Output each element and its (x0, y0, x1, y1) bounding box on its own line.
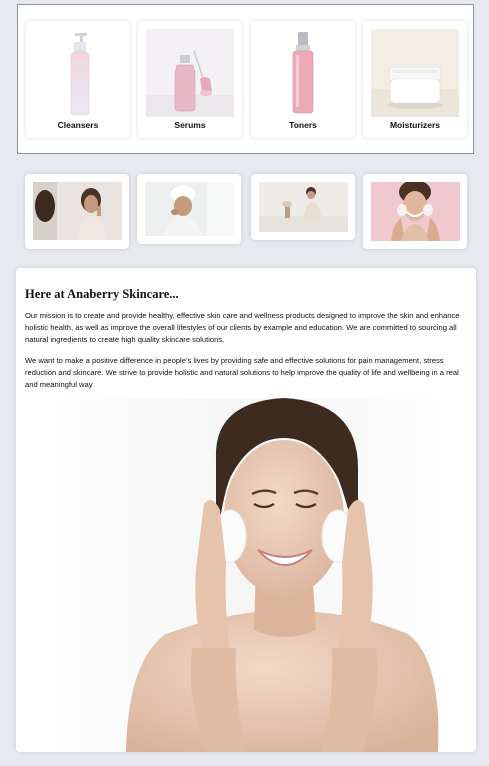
category-label: Cleansers (57, 120, 99, 130)
category-label: Toners (289, 120, 317, 130)
woman-with-towel-photo (145, 182, 234, 236)
cleanser-bottle-image (34, 29, 122, 117)
category-card-moisturizers[interactable]: Moisturizers (363, 21, 467, 138)
category-label: Serums (174, 120, 206, 130)
about-paragraph-mission: Our mission is to create and provide hea… (25, 311, 460, 344)
about-title: Here at Anaberry Skincare... (25, 287, 179, 301)
category-card-cleansers[interactable]: Cleansers (26, 21, 130, 138)
woman-washing-face-photo (371, 182, 460, 241)
gallery-card-1[interactable] (25, 174, 129, 249)
gallery-card-3[interactable] (251, 174, 355, 240)
category-label: Moisturizers (389, 120, 441, 130)
serum-dropper-bottle-image (146, 29, 234, 117)
gallery-card-4[interactable] (363, 174, 467, 249)
woman-relaxing-bedroom-photo (259, 182, 348, 232)
toner-bottle-image (259, 29, 347, 117)
category-card-toners[interactable]: Toners (251, 21, 355, 138)
smiling-woman-foam-cleanser-photo (16, 398, 476, 752)
about-paragraph-values: We want to make a positive difference in… (25, 356, 459, 389)
about-section: Here at Anaberry Skincare... Our mission… (16, 268, 476, 752)
category-card-serums[interactable]: Serums (138, 21, 242, 138)
category-panel: Cleansers Serums Toners Moisturizers (17, 4, 474, 154)
moisturizer-jar-image (371, 29, 459, 117)
woman-touching-face-photo (33, 182, 122, 240)
gallery-card-2[interactable] (137, 174, 241, 244)
